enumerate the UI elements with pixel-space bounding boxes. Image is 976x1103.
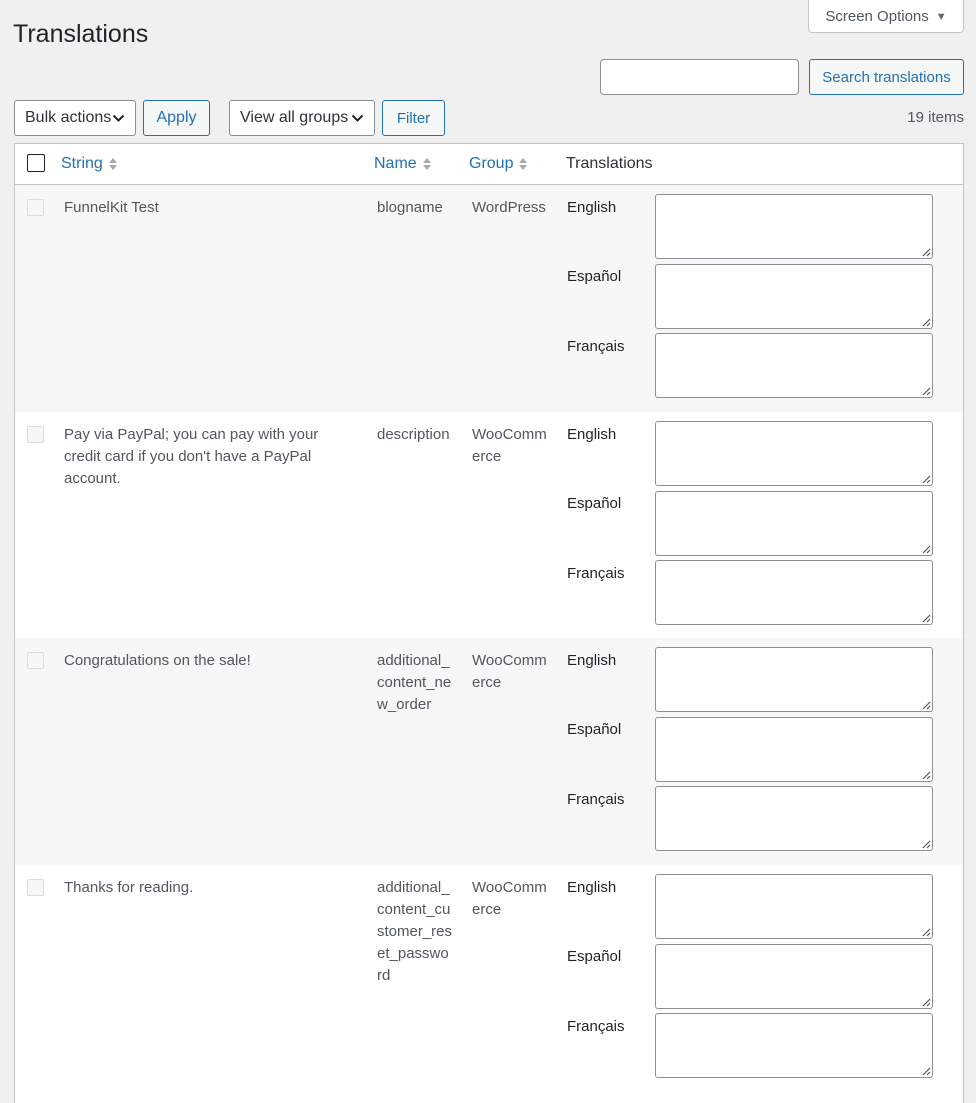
translations-table: String Name Group Translations FunnelKit… <box>14 143 964 1103</box>
column-label-name: Name <box>374 155 417 172</box>
table-header: String Name Group Translations <box>15 144 963 185</box>
column-header-translations: Translations <box>566 155 653 173</box>
translation-textarea-spanish[interactable] <box>655 490 933 556</box>
resize-grip-icon[interactable] <box>921 474 931 484</box>
name-cell: blogname <box>377 199 443 216</box>
language-label-spanish: Español <box>567 268 622 285</box>
apply-button[interactable]: Apply <box>143 100 210 136</box>
row-checkbox[interactable] <box>27 425 44 443</box>
language-label-spanish: Español <box>567 494 622 512</box>
language-label-spanish: Español <box>567 721 622 738</box>
search-translations-button[interactable]: Search translations <box>809 59 964 95</box>
language-label-french: Français <box>567 564 625 582</box>
resize-grip-icon[interactable] <box>921 927 931 937</box>
translation-textarea-french[interactable] <box>655 333 933 398</box>
language-label-spanish: Español <box>567 947 622 965</box>
group-cell: WooCommerce <box>472 425 547 465</box>
string-cell: FunnelKit Test <box>64 199 159 216</box>
table-row: Congratulations on the sale! additional_… <box>15 638 963 865</box>
resize-grip-icon[interactable] <box>921 386 931 396</box>
column-header-string[interactable]: String <box>61 155 118 173</box>
resize-grip-icon[interactable] <box>921 770 931 780</box>
column-label-group: Group <box>469 155 514 172</box>
row-checkbox[interactable] <box>27 199 44 216</box>
translation-textarea-english[interactable] <box>655 420 933 486</box>
column-label-translations: Translations <box>566 155 653 172</box>
chevron-down-icon <box>112 114 125 122</box>
caret-down-icon: ▼ <box>935 10 947 23</box>
group-cell: WooCommerce <box>472 878 547 918</box>
resize-grip-icon[interactable] <box>921 544 931 554</box>
row-checkbox[interactable] <box>27 652 44 669</box>
translation-textarea-spanish[interactable] <box>655 264 933 329</box>
name-cell: description <box>377 425 450 443</box>
language-label-french: Français <box>567 791 625 808</box>
resize-grip-icon[interactable] <box>921 839 931 849</box>
filter-button[interactable]: Filter <box>382 100 445 136</box>
language-label-english: English <box>567 652 617 669</box>
translation-textarea-spanish[interactable] <box>655 943 933 1009</box>
chevron-down-icon <box>351 114 364 122</box>
sort-icon <box>422 158 431 170</box>
column-header-group[interactable]: Group <box>469 155 528 173</box>
translation-textarea-french[interactable] <box>655 559 933 625</box>
translation-textarea-spanish[interactable] <box>655 717 933 782</box>
language-label-english: English <box>567 878 617 896</box>
resize-grip-icon[interactable] <box>921 247 931 257</box>
resize-grip-icon[interactable] <box>921 317 931 327</box>
resize-grip-icon[interactable] <box>921 613 931 623</box>
resize-grip-icon[interactable] <box>921 700 931 710</box>
name-cell: additional_content_customer_reset_passwo… <box>377 878 453 984</box>
page-title: Translations <box>13 20 149 48</box>
resize-grip-icon[interactable] <box>921 997 931 1007</box>
column-header-name[interactable]: Name <box>374 155 432 173</box>
table-row: Thanks for reading. additional_content_c… <box>15 865 963 1092</box>
select-all-checkbox[interactable] <box>27 154 45 172</box>
table-row: Pay via PayPal; you can pay with your cr… <box>15 412 963 639</box>
sort-icon <box>519 158 528 170</box>
language-label-english: English <box>567 425 617 443</box>
bulk-actions-select[interactable]: Bulk actions <box>14 100 136 136</box>
string-cell: Thanks for reading. <box>64 878 194 896</box>
group-cell: WordPress <box>472 199 546 216</box>
groups-select-label: View all groups <box>240 109 349 126</box>
groups-select[interactable]: View all groups <box>229 100 375 136</box>
bulk-actions-label: Bulk actions <box>25 109 112 126</box>
screen-options-label: Screen Options <box>825 8 929 25</box>
translation-textarea-french[interactable] <box>655 1012 933 1078</box>
translation-textarea-english[interactable] <box>655 647 933 712</box>
translation-textarea-english[interactable] <box>655 873 933 939</box>
name-cell: additional_content_new_order <box>377 652 452 713</box>
language-label-french: Français <box>567 338 625 355</box>
search-input[interactable] <box>600 59 799 95</box>
string-cell: Pay via PayPal; you can pay with your cr… <box>64 425 319 487</box>
screen-options-button[interactable]: Screen Options ▼ <box>808 0 964 33</box>
column-label-string: String <box>61 155 103 172</box>
language-label-french: Français <box>567 1017 625 1035</box>
language-label-english: English <box>567 199 617 216</box>
resize-grip-icon[interactable] <box>921 1066 931 1076</box>
table-row: FunnelKit Test blogname WordPress Englis… <box>15 185 963 412</box>
group-cell: WooCommerce <box>472 652 547 691</box>
sort-icon <box>108 158 117 170</box>
translation-textarea-french[interactable] <box>655 786 933 851</box>
string-cell: Congratulations on the sale! <box>64 652 251 669</box>
items-count: 19 items <box>907 109 964 126</box>
row-checkbox[interactable] <box>27 878 44 896</box>
translation-textarea-english[interactable] <box>655 194 933 259</box>
